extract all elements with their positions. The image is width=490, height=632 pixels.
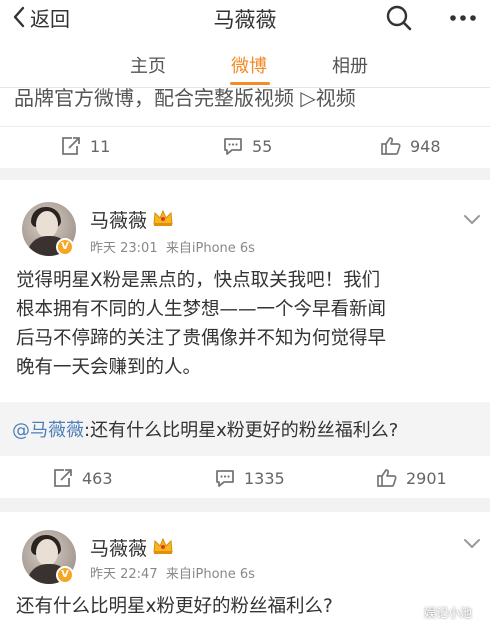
post-text-clip: 品牌官方微博，配合完整版视频 ▷视频	[0, 88, 490, 108]
active-tab-indicator	[230, 82, 270, 85]
post-meta: 昨天 23:01 来自iPhone 6s	[90, 237, 255, 256]
post-time: 昨天 22:47	[90, 567, 158, 582]
repost-button[interactable]: 11	[60, 126, 110, 166]
username[interactable]: 马薇薇	[90, 206, 147, 233]
repost-icon	[60, 136, 90, 156]
like-count: 2901	[406, 468, 447, 488]
tab-home[interactable]: 主页	[130, 52, 166, 78]
like-button[interactable]: 2901	[376, 458, 447, 498]
post-text-line: 晚有一天会赚到的人。	[16, 357, 202, 378]
quoted-post[interactable]: @马薇薇:还有什么比明星x粉更好的粉丝福利么?	[0, 402, 490, 456]
comment-button[interactable]: 1335	[214, 458, 285, 498]
post-text-line: 根本拥有不同的人生梦想——一个今早看新闻	[16, 299, 387, 320]
mention-link[interactable]: @马薇薇	[12, 420, 84, 441]
post-card: 品牌官方微博，配合完整版视频 ▷视频 11 55 948	[0, 88, 490, 168]
search-button[interactable]	[384, 3, 414, 33]
more-dots-icon	[445, 15, 481, 37]
thumbs-up-icon	[380, 136, 410, 156]
post-time: 昨天 23:01	[90, 241, 158, 256]
tab-weibo[interactable]: 微博	[231, 52, 267, 78]
crown-icon	[152, 537, 174, 555]
comment-count: 1335	[244, 468, 285, 488]
search-icon	[384, 5, 414, 37]
top-bar: 返回 马薇薇	[0, 0, 490, 38]
post-meta: 昨天 22:47 来自iPhone 6s	[90, 563, 255, 582]
repost-button[interactable]: 463	[52, 458, 113, 498]
profile-tabs: 主页 微博 相册	[0, 38, 490, 88]
watermark: 娱记小池	[424, 606, 473, 620]
quoted-text: :还有什么比明星x粉更好的粉丝福利么?	[84, 420, 399, 441]
comment-button[interactable]: 55	[222, 126, 272, 166]
post-card: V 马薇薇 昨天 22:47 来自iPhone 6s 还有什么比明星x粉更好的粉…	[0, 512, 490, 632]
post-card: V 马薇薇 昨天 23:01 来自iPhone 6s 觉得明星X粉是黑点的，快点…	[0, 180, 490, 498]
post-actions: 463 1335 2901	[0, 458, 490, 498]
chevron-down-icon[interactable]	[462, 536, 482, 550]
verified-badge-icon: V	[56, 566, 74, 584]
like-count: 948	[410, 136, 441, 156]
like-button[interactable]: 948	[380, 126, 441, 166]
thumbs-up-icon	[376, 468, 406, 488]
crown-icon	[152, 209, 174, 227]
post-source: 来自iPhone 6s	[165, 241, 255, 256]
username[interactable]: 马薇薇	[90, 534, 147, 561]
chevron-down-icon[interactable]	[462, 212, 482, 226]
post-text-line: 觉得明星X粉是黑点的，快点取关我吧！我们	[16, 270, 381, 291]
verified-badge-icon: V	[56, 238, 74, 256]
repost-count: 11	[90, 136, 111, 156]
quoted-post-text: @马薇薇:还有什么比明星x粉更好的粉丝福利么?	[12, 416, 398, 442]
post-actions: 11 55 948	[0, 126, 490, 166]
post-source: 来自iPhone 6s	[165, 567, 255, 582]
post-text: 还有什么比明星x粉更好的粉丝福利么?	[16, 596, 333, 617]
post-text: 品牌官方微博，配合完整版视频 ▷视频	[14, 88, 356, 108]
comment-icon	[214, 468, 244, 488]
post-text: 觉得明星X粉是黑点的，快点取关我吧！我们 根本拥有不同的人生梦想——一个今早看新…	[16, 266, 386, 382]
more-button[interactable]	[445, 3, 481, 33]
repost-icon	[52, 468, 82, 488]
post-text-line: 后马不停蹄的关注了贵偶像并不知为何觉得早	[16, 328, 387, 349]
tab-album[interactable]: 相册	[332, 52, 368, 78]
comment-icon	[222, 136, 252, 156]
repost-count: 463	[82, 468, 113, 488]
page-title: 马薇薇	[213, 8, 277, 32]
comment-count: 55	[252, 136, 273, 156]
